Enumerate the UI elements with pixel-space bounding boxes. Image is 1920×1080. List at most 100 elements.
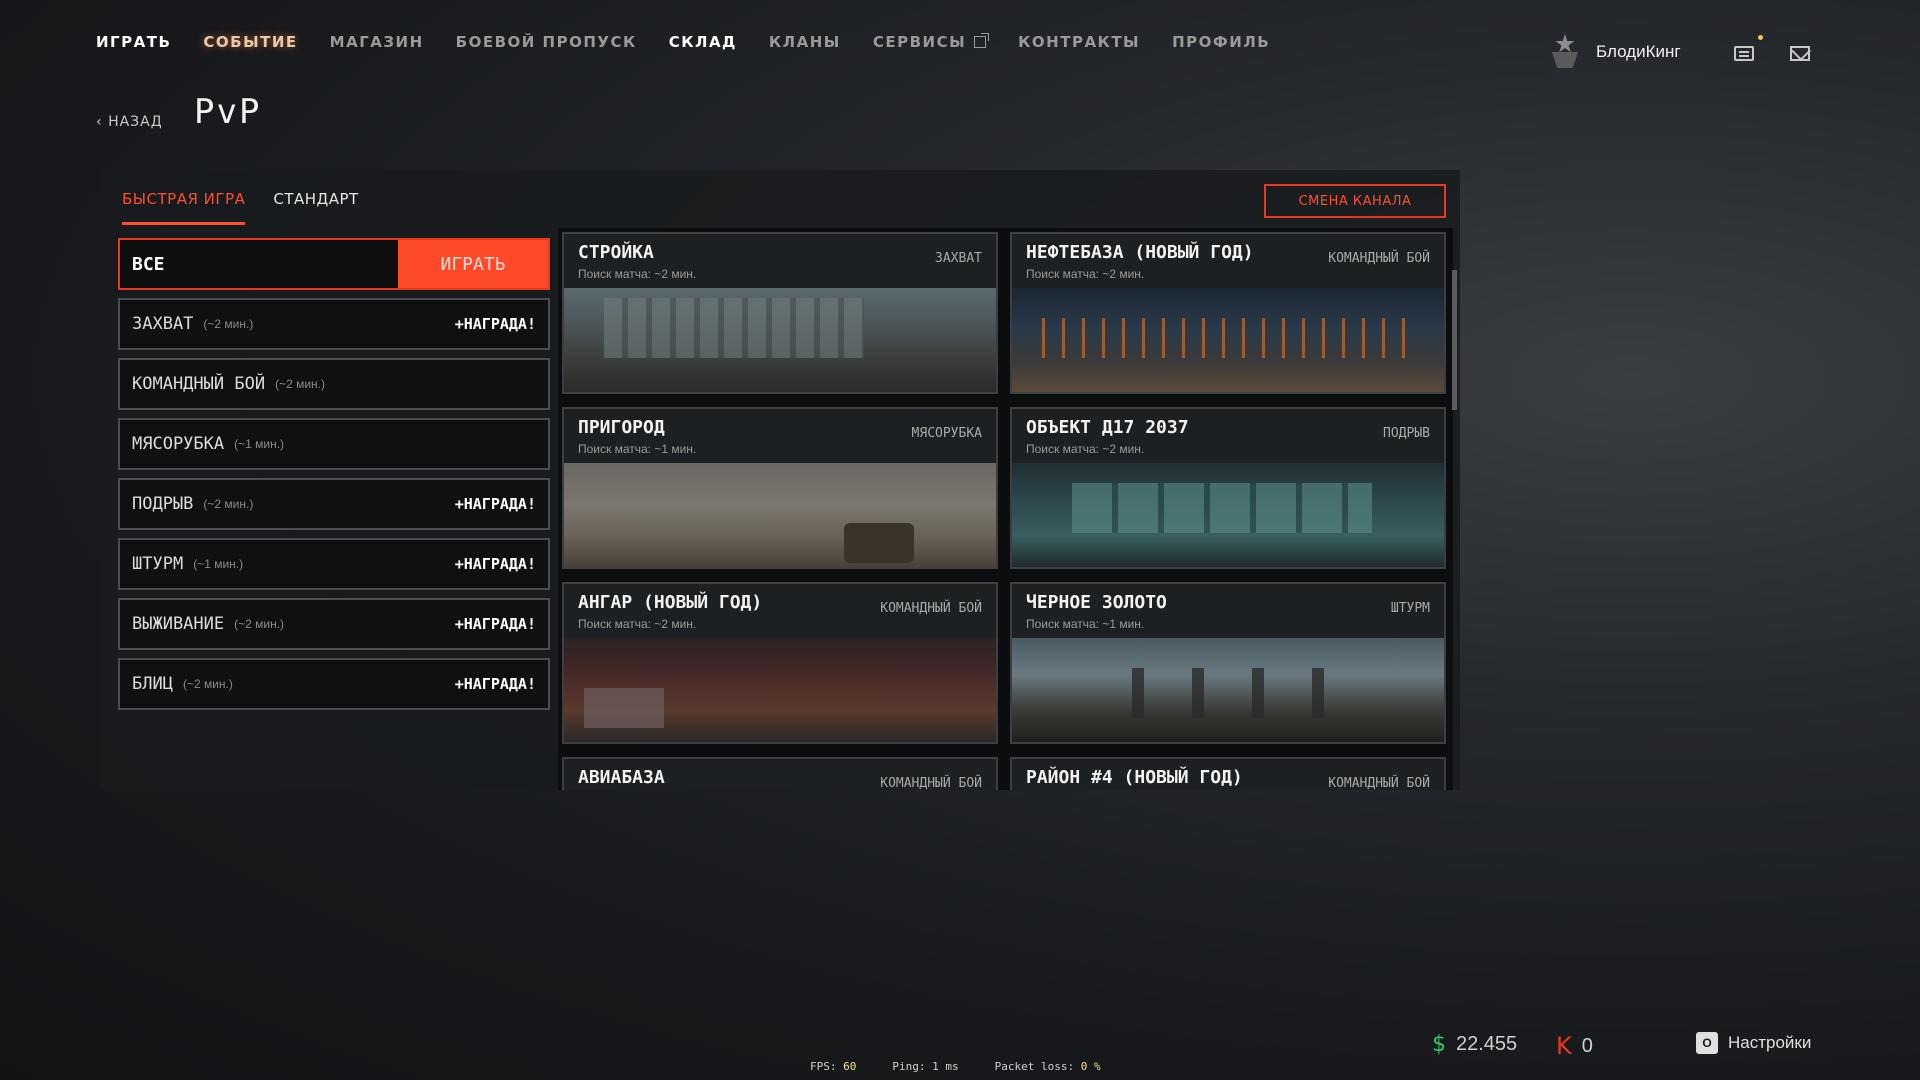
user-profile[interactable]: БлодиКинг	[1548, 32, 1681, 72]
mode-all-row[interactable]: ВСЕ ИГРАТЬ	[118, 238, 550, 290]
mode-time: (~2 мин.)	[182, 677, 233, 691]
settings-button[interactable]: O Настройки	[1696, 1032, 1811, 1054]
ping-value: 1 ms	[932, 1060, 959, 1073]
mode-tabs: БЫСТРАЯ ИГРА СТАНДАРТ	[122, 190, 359, 225]
external-link-icon	[974, 33, 990, 48]
mode-reward: +НАГРАДА!	[454, 315, 536, 333]
nav-battle-pass[interactable]: БОЕВОЙ ПРОПУСК	[456, 30, 637, 54]
top-nav: ИГРАТЬ СОБЫТИЕ МАГАЗИН БОЕВОЙ ПРОПУСК СК…	[96, 30, 1302, 54]
mode-team-battle[interactable]: КОМАНДНЫЙ БОЙ (~2 мин.)	[118, 358, 550, 410]
change-channel-button[interactable]: СМЕНА КАНАЛА	[1264, 184, 1446, 218]
mode-reward: +НАГРАДА!	[454, 495, 536, 513]
map-search-time: Поиск матча: ~2 мин.	[1026, 267, 1145, 281]
mode-demolition[interactable]: ПОДРЫВ (~2 мин.) +НАГРАДА!	[118, 478, 550, 530]
mode-list: ВСЕ ИГРАТЬ ЗАХВАТ (~2 мин.) +НАГРАДА! КО…	[118, 238, 550, 710]
map-card-neftebaza[interactable]: НЕФТЕБАЗА (НОВЫЙ ГОД) Поиск матча: ~2 ми…	[1010, 232, 1446, 394]
map-name: РАЙОН #4 (НОВЫЙ ГОД)	[1026, 767, 1243, 788]
mode-name: ЗАХВАТ	[132, 314, 194, 334]
settings-label: Настройки	[1728, 1033, 1812, 1052]
map-card-aviabaza[interactable]: АВИАБАЗА КОМАНДНЫЙ БОЙ	[562, 757, 998, 790]
fps-stat: FPS: 60	[810, 1060, 856, 1073]
mode-survival[interactable]: ВЫЖИВАНИЕ (~2 мин.) +НАГРАДА!	[118, 598, 550, 650]
map-card-prigorod[interactable]: ПРИГОРОД Поиск матча: ~1 мин. МЯСОРУБКА	[562, 407, 998, 569]
map-name: АНГАР (НОВЫЙ ГОД)	[578, 592, 763, 613]
nav-storage[interactable]: СКЛАД	[669, 30, 737, 54]
fps-label: FPS:	[810, 1060, 837, 1073]
mail-icon[interactable]	[1790, 46, 1810, 61]
map-card-stroyka[interactable]: СТРОЙКА Поиск матча: ~2 мин. ЗАХВАТ	[562, 232, 998, 394]
map-mode: ШТУРМ	[1390, 601, 1430, 616]
mode-time: (~1 мин.)	[234, 437, 285, 451]
mode-reward: +НАГРАДА!	[454, 555, 536, 573]
loss-stat: Packet loss: 0 %	[995, 1060, 1101, 1073]
map-image	[564, 638, 996, 742]
credits-balance: K 0	[1556, 1032, 1593, 1060]
nav-play[interactable]: ИГРАТЬ	[96, 30, 171, 54]
mode-reward: +НАГРАДА!	[454, 675, 536, 693]
map-mode: КОМАНДНЫЙ БОЙ	[880, 776, 982, 790]
map-mode: КОМАНДНЫЙ БОЙ	[880, 601, 982, 616]
map-name: ОБЪЕКТ Д17 2037	[1026, 417, 1189, 438]
map-card-rayon-4[interactable]: РАЙОН #4 (НОВЫЙ ГОД) КОМАНДНЫЙ БОЙ	[1010, 757, 1446, 790]
network-stats: FPS: 60 Ping: 1 ms Packet loss: 0 %	[810, 1060, 1101, 1073]
tab-standard[interactable]: СТАНДАРТ	[273, 190, 358, 225]
mode-name: ПОДРЫВ	[132, 494, 194, 514]
map-mode: ПОДРЫВ	[1383, 426, 1430, 441]
map-card-object-d17[interactable]: ОБЪЕКТ Д17 2037 Поиск матча: ~2 мин. ПОД…	[1010, 407, 1446, 569]
mode-time: (~2 мин.)	[275, 377, 325, 391]
money-icon: $	[1432, 1032, 1446, 1057]
pvp-panel: БЫСТРАЯ ИГРА СТАНДАРТ СМЕНА КАНАЛА ВСЕ И…	[100, 170, 1460, 790]
rank-icon	[1548, 32, 1582, 72]
mode-time: (~1 мин.)	[193, 557, 244, 571]
map-mode: КОМАНДНЫЙ БОЙ	[1328, 776, 1430, 790]
mode-blitz[interactable]: БЛИЦ (~2 мин.) +НАГРАДА!	[118, 658, 550, 710]
page-title: PvP	[194, 92, 262, 132]
play-button[interactable]: ИГРАТЬ	[398, 240, 548, 288]
map-name: ПРИГОРОД	[578, 417, 665, 438]
map-name: СТРОЙКА	[578, 242, 654, 263]
nav-clans[interactable]: КЛАНЫ	[769, 30, 841, 54]
ping-stat: Ping: 1 ms	[892, 1060, 958, 1073]
mode-time: (~2 мин.)	[203, 497, 254, 511]
mode-time: (~2 мин.)	[234, 617, 285, 631]
mode-all-label: ВСЕ	[132, 253, 165, 275]
map-image	[564, 463, 996, 567]
credits-value: 0	[1581, 1034, 1593, 1057]
nav-services-label: СЕРВИСЫ	[872, 33, 967, 51]
map-card-angar[interactable]: АНГАР (НОВЫЙ ГОД) Поиск матча: ~2 мин. К…	[562, 582, 998, 744]
nav-event[interactable]: СОБЫТИЕ	[203, 30, 297, 54]
mode-capture[interactable]: ЗАХВАТ (~2 мин.) +НАГРАДА!	[118, 298, 550, 350]
map-grid: СТРОЙКА Поиск матча: ~2 мин. ЗАХВАТ НЕФТ…	[558, 228, 1453, 790]
username: БлодиКинг	[1596, 42, 1681, 61]
mode-name: ШТУРМ	[132, 554, 184, 574]
nav-shop[interactable]: МАГАЗИН	[330, 30, 424, 54]
map-mode: ЗАХВАТ	[935, 251, 982, 266]
loss-unit: %	[1093, 1060, 1101, 1073]
map-image	[1012, 638, 1444, 742]
nav-services[interactable]: СЕРВИСЫ	[872, 30, 990, 54]
key-o-icon: O	[1696, 1032, 1718, 1054]
back-label: НАЗАД	[108, 114, 163, 130]
map-card-black-gold[interactable]: ЧЕРНОЕ ЗОЛОТО Поиск матча: ~1 мин. ШТУРМ	[1010, 582, 1446, 744]
map-name: ЧЕРНОЕ ЗОЛОТО	[1026, 592, 1167, 613]
notification-dot	[1758, 35, 1763, 40]
tab-quick-play[interactable]: БЫСТРАЯ ИГРА	[122, 190, 246, 225]
loss-label: Packet loss:	[994, 1060, 1075, 1073]
back-button[interactable]: ‹ НАЗАД	[96, 114, 163, 130]
chat-icon[interactable]	[1734, 46, 1754, 61]
map-image	[1012, 463, 1444, 567]
map-scrollbar[interactable]	[1452, 270, 1457, 410]
map-search-time: Поиск матча: ~2 мин.	[578, 617, 697, 631]
mode-time: (~2 мин.)	[203, 317, 254, 331]
map-search-time: Поиск матча: ~2 мин.	[578, 267, 697, 281]
map-name: АВИАБАЗА	[578, 767, 665, 788]
mode-reward: +НАГРАДА!	[454, 615, 536, 633]
map-mode: КОМАНДНЫЙ БОЙ	[1328, 251, 1430, 266]
map-search-time: Поиск матча: ~1 мин.	[1026, 617, 1145, 631]
nav-contracts[interactable]: КОНТРАКТЫ	[1018, 30, 1140, 54]
mode-storm[interactable]: ШТУРМ (~1 мин.) +НАГРАДА!	[118, 538, 550, 590]
mode-meatgrinder[interactable]: МЯСОРУБКА (~1 мин.)	[118, 418, 550, 470]
nav-profile[interactable]: ПРОФИЛЬ	[1172, 30, 1270, 54]
mode-name: КОМАНДНЫЙ БОЙ	[132, 374, 266, 394]
fps-value: 60	[843, 1060, 857, 1073]
